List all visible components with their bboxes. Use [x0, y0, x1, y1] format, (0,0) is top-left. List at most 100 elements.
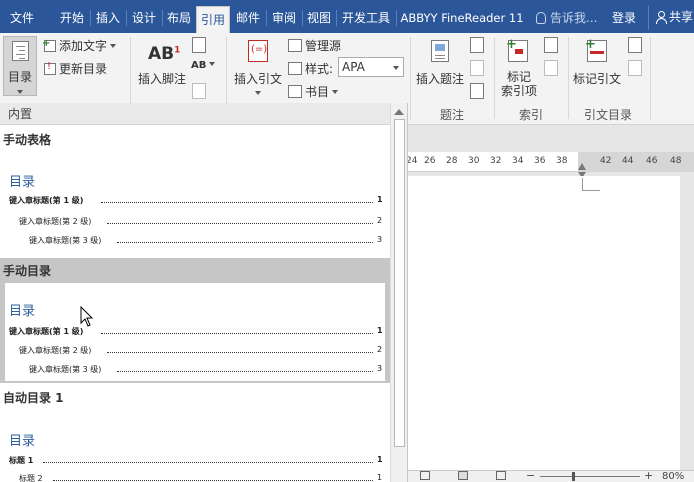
update-index-icon[interactable] — [544, 60, 558, 76]
tab-separator — [336, 10, 337, 26]
horizontal-ruler[interactable]: 24 26 28 30 32 34 36 38 42 44 46 48 — [406, 152, 694, 172]
insert-caption-label: 插入题注 — [415, 72, 464, 86]
style-icon — [288, 62, 302, 75]
ruler-number: 28 — [446, 156, 458, 166]
insert-toa-icon[interactable] — [628, 37, 642, 53]
mouse-pointer-icon — [80, 306, 94, 327]
tab-separator — [126, 10, 127, 26]
person-icon — [655, 11, 667, 24]
entry-preview-card: 目录 键入章标题(第 1 级) 1 键入章标题(第 2 级) 2 键入章标题(第 3… — [5, 283, 385, 381]
add-text-label: 添加文字 — [59, 39, 108, 53]
citation-style-value: APA — [342, 60, 365, 74]
group-label-caption: 题注 — [439, 108, 464, 122]
cross-reference-icon[interactable] — [470, 83, 484, 99]
scroll-thumb[interactable] — [394, 119, 405, 447]
read-mode-icon[interactable] — [420, 471, 430, 480]
mark-citation-icon: + — [585, 37, 607, 62]
lightbulb-icon — [536, 12, 546, 24]
mark-entry-button[interactable]: + 标记 索引项 — [496, 36, 542, 102]
ruler-number: 48 — [670, 156, 682, 166]
zoom-slider[interactable] — [540, 476, 640, 477]
ruler-number: 34 — [512, 156, 524, 166]
bibliography-button[interactable]: 书目 — [288, 83, 339, 100]
tab-home[interactable]: 开始 — [56, 7, 88, 29]
add-text-button[interactable]: + 添加文字 — [42, 37, 117, 54]
insert-index-icon[interactable] — [544, 37, 558, 53]
tab-separator — [396, 10, 397, 26]
style-label-group: 样式: — [288, 60, 333, 77]
tab-separator — [302, 10, 303, 26]
zoom-slider-thumb[interactable] — [572, 472, 575, 481]
tab-separator — [162, 10, 163, 26]
next-footnote-button[interactable]: AB — [191, 60, 216, 71]
tell-me-text: 告诉我... — [550, 11, 598, 25]
web-layout-icon[interactable] — [496, 471, 506, 480]
zoom-level[interactable]: 80% — [662, 471, 684, 482]
print-layout-icon[interactable] — [458, 471, 468, 480]
ruler-number: 26 — [424, 156, 436, 166]
manage-sources-label: 管理源 — [305, 39, 342, 53]
tab-insert[interactable]: 插入 — [92, 7, 124, 29]
insert-table-of-figures-icon[interactable] — [470, 37, 484, 53]
manage-sources-icon — [288, 39, 302, 52]
chevron-down-icon — [255, 86, 261, 100]
insert-caption-button[interactable]: 插入题注 — [414, 36, 466, 90]
bibliography-icon — [288, 85, 302, 98]
group-separator — [650, 37, 651, 119]
ruler-number: 36 — [534, 156, 546, 166]
insert-footnote-button[interactable]: AB1 插入脚注 — [136, 36, 188, 90]
gallery-scrollbar[interactable] — [390, 103, 407, 482]
insert-endnote-icon[interactable] — [192, 37, 206, 53]
tab-separator — [90, 10, 91, 26]
ruler-number: 30 — [468, 156, 480, 166]
tab-view[interactable]: 视图 — [304, 7, 334, 29]
footnote-icon: AB1 — [148, 44, 181, 64]
mark-citation-label: 标记引文 — [572, 72, 621, 86]
toc-preview-heading: 目录 — [9, 175, 36, 190]
word-window: 文件 开始 插入 设计 布局 引用 邮件 审阅 视图 开发工具 ABBYY Fi… — [0, 0, 694, 482]
zoom-out-icon[interactable]: − — [526, 469, 535, 482]
share-button[interactable]: 共享 — [648, 6, 694, 30]
tab-review[interactable]: 审阅 — [268, 7, 300, 29]
zoom-in-icon[interactable]: + — [644, 469, 653, 482]
tab-abbyy[interactable]: ABBYY FineReader 11 — [398, 7, 526, 29]
tab-design[interactable]: 设计 — [128, 7, 160, 29]
update-toc-button[interactable]: ! 更新目录 — [44, 60, 107, 77]
ruler-number: 32 — [490, 156, 502, 166]
toc-preview-heading: 目录 — [9, 304, 36, 319]
scroll-up-icon[interactable] — [394, 109, 404, 115]
gallery-entry-manual-toc[interactable]: 手动目录 目录 键入章标题(第 1 级) 1 键入章标题(第 2 级) 2 键入章标… — [0, 258, 390, 383]
toc-preview-heading: 目录 — [9, 434, 36, 449]
tab-layout[interactable]: 布局 — [164, 7, 194, 29]
tab-separator — [266, 10, 267, 26]
toc-button[interactable]: 目录 — [3, 36, 37, 96]
tab-references[interactable]: 引用 — [196, 6, 230, 33]
login-link[interactable]: 登录 — [612, 7, 636, 29]
add-text-icon: + — [42, 38, 56, 52]
entry-title: 手动目录 — [3, 264, 52, 278]
tab-developer[interactable]: 开发工具 — [338, 7, 394, 29]
tab-mailings[interactable]: 邮件 — [232, 7, 264, 29]
share-label: 共享 — [669, 10, 694, 24]
toc-preview-line: 键入章标题(第 1 级) 1 — [9, 326, 383, 336]
tell-me-box[interactable]: 告诉我... — [536, 7, 597, 29]
show-notes-icon[interactable] — [192, 83, 206, 99]
citation-style-select[interactable]: APA — [338, 57, 404, 77]
chevron-down-icon — [17, 85, 23, 99]
indent-marker-icon[interactable] — [578, 163, 586, 170]
mark-entry-icon: + — [506, 37, 528, 62]
document-page[interactable] — [408, 176, 680, 470]
toc-preview-line: 键入章标题(第 1 级) 1 — [9, 195, 383, 205]
bibliography-label: 书目 — [305, 85, 330, 99]
update-toa-icon[interactable] — [628, 60, 642, 76]
ruler-number: 46 — [646, 156, 658, 166]
manage-sources-button[interactable]: 管理源 — [288, 37, 341, 54]
insert-citation-button[interactable]: (=) 插入引文 — [232, 36, 284, 102]
toc-preview-line: 键入章标题(第 2 级) 2 — [19, 345, 383, 355]
toc-preview-line: 键入章标题(第 2 级) 2 — [19, 216, 383, 226]
chevron-down-icon — [393, 66, 399, 70]
update-table-icon[interactable] — [470, 60, 484, 76]
tab-file[interactable]: 文件 — [4, 7, 40, 29]
toc-preview-line: 键入章标题(第 3 级) 3 — [29, 235, 383, 245]
mark-citation-button[interactable]: + 标记引文 — [570, 36, 624, 90]
